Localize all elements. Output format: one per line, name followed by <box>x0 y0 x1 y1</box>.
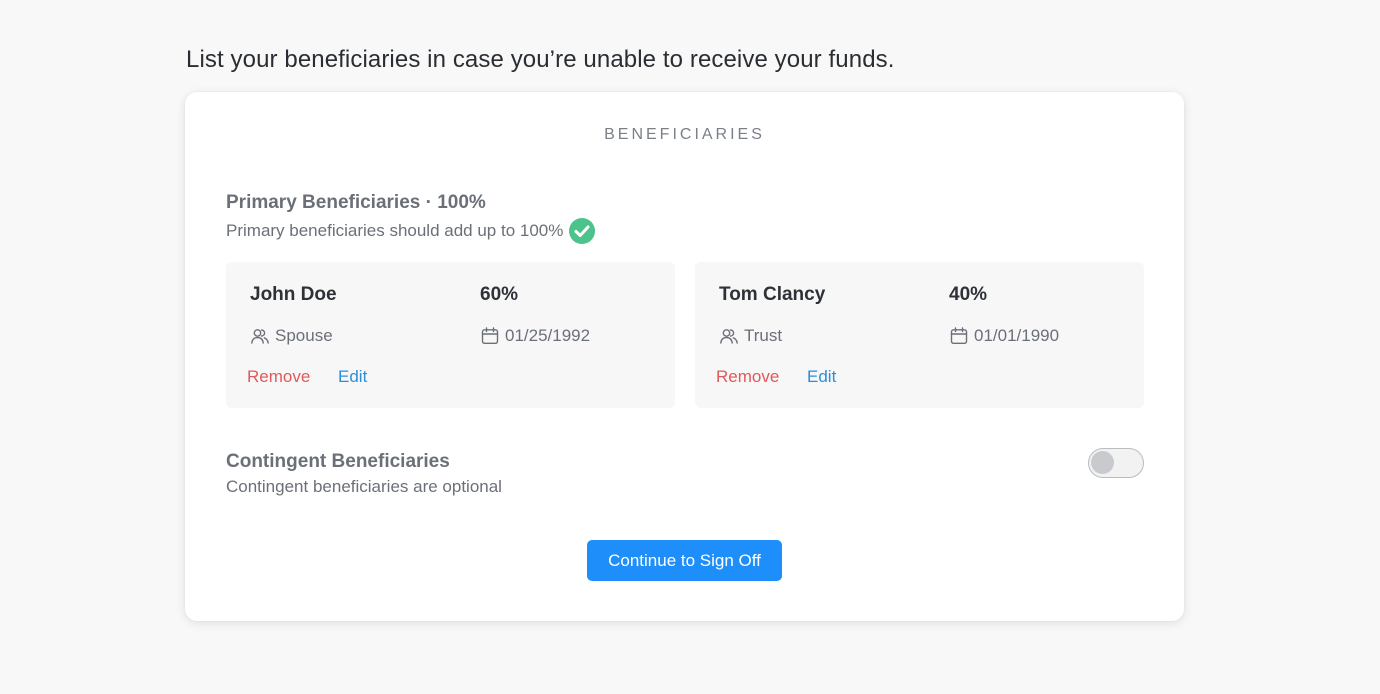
card-title: BENEFICIARIES <box>604 126 765 143</box>
beneficiary-percent: 40% <box>949 284 988 305</box>
beneficiary-percent: 60% <box>480 284 519 305</box>
continue-to-sign-off-button[interactable]: Continue to Sign Off <box>587 540 782 581</box>
beneficiary-name: John Doe <box>250 284 337 305</box>
beneficiary-relationship: Trust <box>719 326 782 346</box>
beneficiary-card: Tom Clancy 40% Trust 01/01/1990 Remove E… <box>695 262 1144 408</box>
remove-beneficiary-link[interactable]: Remove <box>716 367 779 387</box>
people-icon <box>250 326 270 346</box>
beneficiaries-card: BENEFICIARIES Primary Beneficiaries · 10… <box>185 92 1184 621</box>
beneficiary-dob-text: 01/01/1990 <box>974 326 1060 345</box>
primary-beneficiaries-title: Primary Beneficiaries · 100% <box>226 192 486 213</box>
beneficiary-dob: 01/01/1990 <box>949 326 1059 346</box>
beneficiary-name: Tom Clancy <box>719 284 826 305</box>
remove-beneficiary-link[interactable]: Remove <box>247 367 310 387</box>
contingent-beneficiaries-toggle[interactable] <box>1088 448 1144 478</box>
contingent-beneficiaries-subtitle: Contingent beneficiaries are optional <box>226 477 502 496</box>
people-icon <box>719 326 739 346</box>
edit-beneficiary-link[interactable]: Edit <box>807 367 836 387</box>
toggle-knob <box>1091 451 1114 474</box>
beneficiary-relationship: Spouse <box>250 326 333 346</box>
edit-beneficiary-link[interactable]: Edit <box>338 367 367 387</box>
beneficiary-relationship-text: Trust <box>744 326 783 345</box>
calendar-icon <box>949 326 969 346</box>
beneficiary-dob-text: 01/25/1992 <box>505 326 591 345</box>
beneficiary-relationship-text: Spouse <box>275 326 333 345</box>
primary-beneficiaries-subtitle: Primary beneficiaries should add up to 1… <box>226 218 596 244</box>
primary-beneficiaries-subtitle-text: Primary beneficiaries should add up to 1… <box>226 221 564 240</box>
contingent-beneficiaries-title: Contingent Beneficiaries <box>226 451 450 472</box>
beneficiary-card: John Doe 60% Spouse 01/25/1992 Remove Ed… <box>226 262 675 408</box>
calendar-icon <box>480 326 500 346</box>
check-circle-icon <box>569 218 596 244</box>
beneficiary-dob: 01/25/1992 <box>480 326 590 346</box>
page-heading: List your beneficiaries in case you’re u… <box>186 46 895 73</box>
